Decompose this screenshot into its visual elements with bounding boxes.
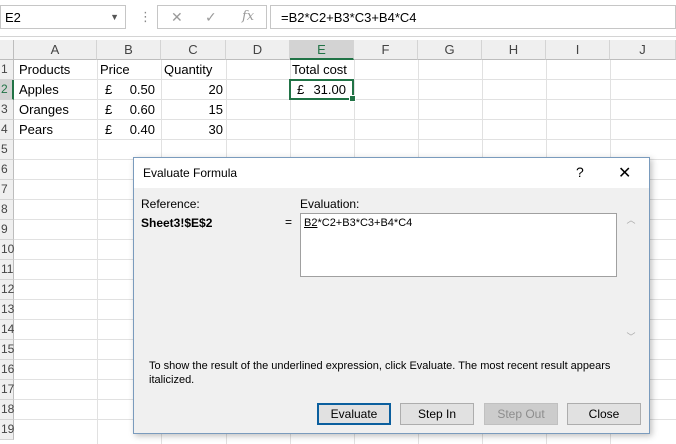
evaluate-button[interactable]: Evaluate	[317, 403, 391, 425]
name-box-value: E2	[5, 10, 21, 25]
gridline	[14, 139, 676, 140]
row-header-16[interactable]: 16	[0, 360, 14, 380]
cell-a3[interactable]: Oranges	[19, 100, 69, 120]
column-header-j[interactable]: J	[610, 40, 676, 60]
currency-symbol: £	[105, 102, 113, 117]
row-header-19[interactable]: 19	[0, 420, 14, 440]
gridline	[97, 60, 98, 444]
chevron-down-icon[interactable]: ▼	[110, 12, 119, 22]
row-header-1[interactable]: 1	[0, 60, 14, 80]
fill-handle[interactable]	[349, 95, 356, 102]
row-header-14[interactable]: 14	[0, 320, 14, 340]
cell-c3[interactable]: 15	[209, 100, 223, 120]
evaluation-scrollbar[interactable]: ︿ ﹀	[625, 213, 637, 344]
cell-a1[interactable]: Products	[19, 60, 70, 80]
select-all-corner[interactable]	[0, 40, 14, 60]
formula-text: =B2*C2+B3*C3+B4*C4	[281, 10, 417, 25]
help-text: To show the result of the underlined exp…	[149, 360, 611, 386]
column-header-c[interactable]: C	[161, 40, 226, 60]
close-button[interactable]: Close	[567, 403, 641, 425]
column-header-h[interactable]: H	[482, 40, 546, 60]
cell-b2[interactable]: 0.50	[130, 80, 155, 100]
cell-a4[interactable]: Pears	[19, 120, 53, 140]
column-header-f[interactable]: F	[354, 40, 418, 60]
currency-symbol: £	[105, 82, 113, 97]
reference-label: Reference:	[141, 197, 200, 211]
evaluate-formula-dialog: Evaluate Formula ? ✕ Reference: Sheet3!$…	[133, 157, 650, 434]
insert-function-icon[interactable]: fx	[242, 9, 254, 24]
evaluation-text: B2*C2+B3*C3+B4*C4	[304, 217, 412, 229]
row-header-4[interactable]: 4	[0, 120, 14, 140]
row-header-10[interactable]: 10	[0, 240, 14, 260]
row-header-13[interactable]: 13	[0, 300, 14, 320]
currency-symbol: £	[105, 122, 113, 137]
evaluation-rest: *C2+B3*C3+B4*C4	[317, 217, 413, 229]
row-header-18[interactable]: 18	[0, 400, 14, 420]
row-header-7[interactable]: 7	[0, 180, 14, 200]
step-in-button[interactable]: Step In	[400, 403, 474, 425]
equals-sign: =	[285, 215, 293, 229]
column-header-b[interactable]: B	[97, 40, 161, 60]
help-icon[interactable]: ?	[576, 164, 584, 180]
step-out-button[interactable]: Step Out	[484, 403, 558, 425]
cell-e1[interactable]: Total cost	[292, 60, 347, 80]
cell-b3[interactable]: 0.60	[130, 100, 155, 120]
cell-a2[interactable]: Apples	[19, 80, 59, 100]
row-header-17[interactable]: 17	[0, 380, 14, 400]
cell-b1[interactable]: Price	[100, 60, 130, 80]
column-header-d[interactable]: D	[226, 40, 290, 60]
column-header-g[interactable]: G	[418, 40, 482, 60]
underlined-expression: B2	[304, 217, 318, 229]
formula-buttons: ✕ ✓ fx	[157, 5, 267, 29]
row-header-2[interactable]: 2	[0, 80, 14, 100]
close-icon[interactable]: ✕	[618, 163, 631, 183]
chevron-down-icon[interactable]: ﹀	[625, 330, 637, 344]
evaluation-box[interactable]: B2*C2+B3*C3+B4*C4	[300, 213, 617, 277]
row-header-6[interactable]: 6	[0, 160, 14, 180]
dialog-titlebar[interactable]: Evaluate Formula ? ✕	[134, 158, 649, 188]
vertical-dots-icon[interactable]: ⋮	[139, 9, 152, 25]
row-header-8[interactable]: 8	[0, 200, 14, 220]
cell-c2[interactable]: 20	[209, 80, 223, 100]
gridline	[14, 119, 676, 120]
column-header-i[interactable]: I	[546, 40, 610, 60]
active-cell-border	[289, 79, 356, 102]
row-header-9[interactable]: 9	[0, 220, 14, 240]
cell-c1[interactable]: Quantity	[164, 60, 212, 80]
column-header-a[interactable]: A	[14, 40, 97, 60]
dialog-title: Evaluate Formula	[143, 166, 238, 180]
cell-b4[interactable]: 0.40	[130, 120, 155, 140]
cell-c4[interactable]: 30	[209, 120, 223, 140]
formula-input[interactable]: =B2*C2+B3*C3+B4*C4	[270, 5, 676, 29]
reference-value: Sheet3!$E$2	[141, 216, 213, 230]
column-header-e[interactable]: E	[290, 40, 354, 60]
formula-bar: E2 ▼ ⋮ ✕ ✓ fx =B2*C2+B3*C3+B4*C4	[0, 0, 676, 37]
evaluation-label: Evaluation:	[300, 197, 360, 211]
row-header-5[interactable]: 5	[0, 140, 14, 160]
row-header-15[interactable]: 15	[0, 340, 14, 360]
row-header-11[interactable]: 11	[0, 260, 14, 280]
row-header-12[interactable]: 12	[0, 280, 14, 300]
name-box[interactable]: E2 ▼	[0, 5, 126, 29]
enter-check-icon[interactable]: ✓	[205, 9, 217, 26]
chevron-up-icon[interactable]: ︿	[625, 213, 637, 227]
row-header-3[interactable]: 3	[0, 100, 14, 120]
cancel-icon[interactable]: ✕	[171, 9, 183, 26]
